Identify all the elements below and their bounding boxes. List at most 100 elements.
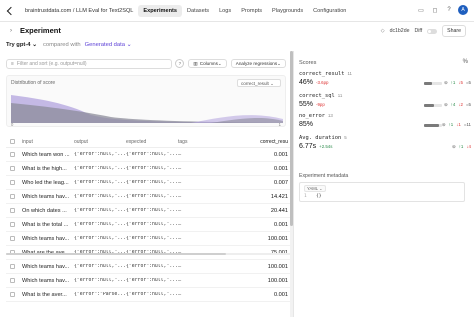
diff-toggle[interactable] xyxy=(427,28,438,34)
column-header-expected[interactable]: expected xyxy=(126,139,178,145)
table-row[interactable]: On which dates ... {"error":null,"... {"er… xyxy=(6,204,290,218)
row-checkbox[interactable] xyxy=(9,236,15,241)
base-experiment-select[interactable]: Try gpt-4 ⌄ xyxy=(6,42,37,48)
score-metric[interactable]: correct_result 11 46% -3.6pp ⊜ ↑1 ↓5 =5 xyxy=(299,71,471,91)
table-row[interactable]: What is the aver... {"error":"Parse... {"e… xyxy=(6,288,290,302)
row-checkbox[interactable] xyxy=(9,194,15,199)
metric-unchanged[interactable]: =5 xyxy=(466,102,471,108)
distribution-axis-max: 1 xyxy=(278,122,281,127)
metric-value: 55% xyxy=(299,101,314,108)
cell-output: {"error":null,"... xyxy=(74,180,126,185)
select-all-checkbox[interactable] xyxy=(9,139,15,144)
cell-expected: {"error":null,"... xyxy=(126,236,178,241)
cell-output: {"error":null,"... xyxy=(74,264,126,269)
metric-improved[interactable]: ↑1 xyxy=(451,80,456,86)
metric-name: Avg. duration xyxy=(299,135,342,141)
nav-datasets[interactable]: Datasets xyxy=(182,5,214,17)
metric-equal-icon: ⊜ xyxy=(452,144,456,149)
user-avatar[interactable]: A xyxy=(458,5,468,15)
metric-unchanged[interactable]: =5 xyxy=(466,80,471,86)
nav-configuration[interactable]: Configuration xyxy=(308,5,351,17)
metadata-editor[interactable]: YAML ⌄ 1 {} xyxy=(299,182,465,202)
cell-output: {"error":null,"... xyxy=(74,194,126,199)
metric-improved[interactable]: ↑4 xyxy=(451,102,456,108)
row-checkbox[interactable] xyxy=(9,180,15,185)
cell-output: {"error":null,"... xyxy=(74,278,126,283)
filter-input[interactable]: ≡ Filter and sort (e.g. output=null) xyxy=(6,58,173,69)
cell-input: Which teams hav... xyxy=(22,193,70,200)
filter-help-icon[interactable]: ? xyxy=(175,59,185,68)
chat-icon[interactable]: ◻ xyxy=(430,5,440,15)
table-row[interactable]: Which teams hav... {"error":null,"... {"er… xyxy=(6,274,290,288)
score-metric[interactable]: correct_sql 11 55% -9pp ⊜ ↑4 ↓2 =5 xyxy=(299,93,471,113)
table-row[interactable]: Which teams hav... {"error":null,"... {"er… xyxy=(6,190,290,204)
column-header-score[interactable]: correct_resu xyxy=(218,139,290,145)
cell-score: 14.421 xyxy=(270,193,288,200)
help-icon[interactable]: ? xyxy=(444,5,454,15)
cell-tags: – xyxy=(178,179,182,186)
comparison-experiment-select[interactable]: Generated data ⌄ xyxy=(85,42,132,48)
analyze-regressions-button[interactable]: Analyze regressions ⌄ xyxy=(230,59,286,68)
cell-tags: – xyxy=(178,207,182,214)
metric-improved[interactable]: ↑1 xyxy=(459,144,464,150)
score-metric[interactable]: no_error 13 85% ⊜ ↑1 ↓1 =11 xyxy=(299,113,471,133)
cell-input: Which teams hav... xyxy=(22,277,70,284)
columns-button[interactable]: ▥ Columns ⌄ xyxy=(188,59,227,68)
table-row[interactable]: Who led the leag... {"error":null,"... {"e… xyxy=(6,176,290,190)
row-checkbox[interactable] xyxy=(9,264,15,269)
table-row[interactable]: Which team won ... {"error":null,"... {"er… xyxy=(6,148,290,162)
metric-regressed[interactable]: ↓1 xyxy=(456,122,461,128)
row-checkbox[interactable] xyxy=(9,278,15,283)
distribution-score-select[interactable]: correct_result ⌄ xyxy=(237,79,281,87)
project-breadcrumb[interactable]: braintrustdata.com / LLM Eval for Text2S… xyxy=(25,8,133,14)
commit-hash[interactable]: dc1b2de xyxy=(390,28,410,34)
metric-regressed[interactable]: ↓4 xyxy=(466,144,471,150)
metadata-format-select[interactable]: YAML ⌄ xyxy=(304,185,326,192)
column-header-output[interactable]: output xyxy=(74,139,126,145)
metadata-code[interactable]: {} xyxy=(316,194,322,199)
cell-tags: – xyxy=(178,221,182,228)
row-checkbox[interactable] xyxy=(9,152,15,157)
row-checkbox[interactable] xyxy=(9,166,15,171)
table-row[interactable]: Which teams hav... {"error":null,"... {"er… xyxy=(6,260,290,274)
metric-equal-icon: ⊜ xyxy=(443,80,448,85)
metric-name: no_error xyxy=(299,113,325,119)
cell-score: 20.441 xyxy=(270,207,288,214)
metric-regressed[interactable]: ↓2 xyxy=(458,102,463,108)
metric-improved[interactable]: ↑1 xyxy=(449,122,454,128)
cell-input: Which teams hav... xyxy=(22,235,70,242)
row-checkbox[interactable] xyxy=(9,222,15,227)
nav-playgrounds[interactable]: Playgrounds xyxy=(267,5,308,17)
table-row[interactable]: What is the high... {"error":null,"... {"e… xyxy=(6,162,290,176)
cell-input: Who led the leag... xyxy=(22,179,69,186)
nav-prompts[interactable]: Prompts xyxy=(236,5,267,17)
share-button[interactable]: Share xyxy=(442,25,466,37)
table-row[interactable]: What is the total ... {"error":null,"...{… xyxy=(6,218,290,232)
cell-expected: {"error":null,"... xyxy=(126,208,178,213)
metric-value: 6.77s xyxy=(299,143,317,150)
experiment-header: › Experiment ◇ dc1b2de Diff Share xyxy=(0,22,474,39)
metric-name: correct_sql xyxy=(299,93,335,99)
metric-regressed[interactable]: ↓5 xyxy=(458,80,463,86)
percent-toggle[interactable]: % xyxy=(463,59,468,65)
cell-output: {"error":null,"... xyxy=(74,236,126,241)
column-header-input[interactable]: input xyxy=(22,139,74,145)
sidebar-toggle-icon[interactable]: › xyxy=(6,26,16,36)
cell-tags: – xyxy=(178,193,182,200)
metric-bar-fill xyxy=(424,104,434,107)
score-metric[interactable]: Avg. duration 5 6.77s +2.54s ⊜ ↑1 ↓4 xyxy=(299,135,471,155)
distribution-title: Distribution of score xyxy=(11,80,56,86)
table-row[interactable]: Which teams hav... {"error":null,"... {"er… xyxy=(6,232,290,246)
nav-logs[interactable]: Logs xyxy=(214,5,236,17)
cell-input: What is the aver... xyxy=(22,291,67,298)
metric-delta: -9pp xyxy=(316,102,325,107)
row-checkbox[interactable] xyxy=(9,292,15,297)
document-icon[interactable]: ▭ xyxy=(416,5,426,15)
braintrust-logo-icon[interactable] xyxy=(7,7,15,15)
metric-unchanged[interactable]: =11 xyxy=(464,122,471,128)
scores-title: Scores xyxy=(299,60,317,66)
row-checkbox[interactable] xyxy=(9,208,15,213)
column-header-tags[interactable]: tags xyxy=(178,139,218,145)
table-horizontal-scrollbar[interactable] xyxy=(6,253,290,255)
nav-experiments[interactable]: Experiments xyxy=(138,4,182,17)
